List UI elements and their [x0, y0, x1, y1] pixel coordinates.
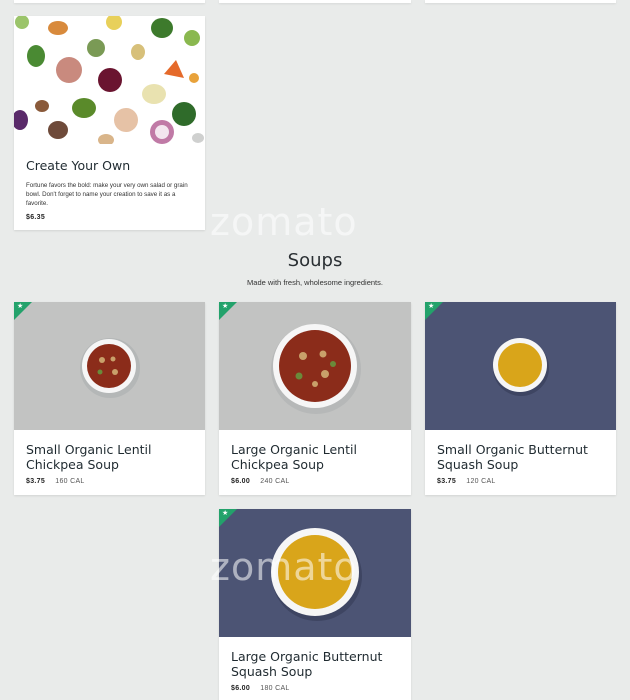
- previous-card-stub: [219, 0, 411, 3]
- star-icon: ★: [222, 510, 229, 517]
- menu-item-card[interactable]: ★ Small Organic Butternut Squash Soup $3…: [425, 302, 616, 495]
- card-title: Small Organic Lentil Chickpea Soup: [26, 442, 152, 472]
- menu-item-card[interactable]: ★ Large Organic Butternut Squash Soup $6…: [219, 509, 411, 700]
- price-row: $6.00 180 CAL: [231, 685, 399, 692]
- card-title: Create Your Own: [26, 158, 131, 173]
- section-subtitle: Made with fresh, wholesome ingredients.: [247, 278, 383, 287]
- card-title: Large Organic Lentil Chickpea Soup: [231, 442, 357, 472]
- card-title: Large Organic Butternut Squash Soup: [231, 649, 383, 679]
- price: $3.75: [26, 478, 46, 485]
- soup-image: ★: [14, 302, 205, 430]
- calories: 180 CAL: [260, 685, 290, 692]
- card-title: Small Organic Butternut Squash Soup: [437, 442, 588, 472]
- price-row: $3.75 160 CAL: [26, 478, 193, 485]
- star-icon: ★: [428, 303, 435, 310]
- soup-image: ★: [425, 302, 616, 430]
- calories: 240 CAL: [260, 478, 290, 485]
- calories: 120 CAL: [466, 478, 496, 485]
- price: $6.00: [231, 478, 251, 485]
- price-row: $6.00 240 CAL: [231, 478, 399, 485]
- previous-card-stub: [14, 0, 205, 3]
- menu-item-card[interactable]: ★ Large Organic Lentil Chickpea Soup $6.…: [219, 302, 411, 495]
- previous-card-stub: [425, 0, 616, 3]
- soup-image: ★: [219, 302, 411, 430]
- star-icon: ★: [17, 303, 24, 310]
- soup-image: ★: [219, 509, 411, 637]
- price-row: $6.35: [26, 214, 193, 221]
- section-title: Soups: [287, 250, 343, 271]
- price-row: $3.75 120 CAL: [437, 478, 604, 485]
- create-your-own-card[interactable]: Create Your Own Fortune favors the bold:…: [14, 16, 205, 230]
- star-icon: ★: [222, 303, 229, 310]
- menu-item-card[interactable]: ★ Small Organic Lentil Chickpea Soup $3.…: [14, 302, 205, 495]
- price: $6.00: [231, 685, 251, 692]
- calories: 160 CAL: [55, 478, 85, 485]
- card-description: Fortune favors the bold: make your very …: [26, 182, 188, 207]
- ingredients-image: [14, 16, 205, 144]
- watermark: zomato: [210, 200, 358, 244]
- price: $3.75: [437, 478, 457, 485]
- price: $6.35: [26, 214, 46, 221]
